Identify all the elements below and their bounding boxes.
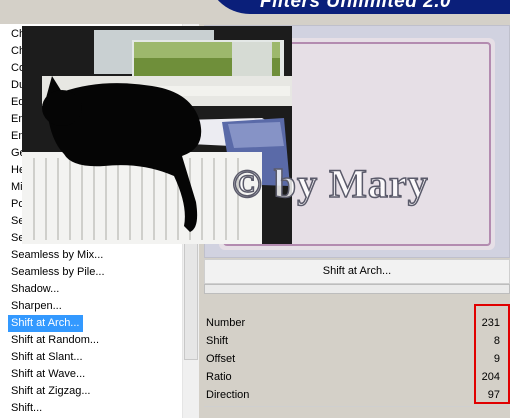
filter-list-item[interactable]: Seamless by Pile... [1, 264, 183, 281]
param-label: Shift [206, 335, 229, 347]
param-label: Offset [206, 353, 236, 365]
highlight-box [474, 304, 510, 404]
title-banner: Filters Unlimited 2.0 [206, 0, 510, 14]
filter-list-item[interactable]: Seamless by Mix... [1, 247, 183, 264]
param-label: Direction [206, 389, 250, 401]
filter-list-item[interactable]: Shift at Zigzag... [1, 383, 183, 400]
param-row-number[interactable]: Number 231 [204, 315, 510, 332]
param-row-shift[interactable]: Shift 8 [204, 333, 510, 350]
filter-list-item[interactable]: Shift... [1, 400, 183, 417]
param-row-ratio[interactable]: Ratio 204 [204, 369, 510, 386]
divider [204, 406, 510, 407]
preview-image [22, 26, 292, 244]
banner-title: Filters Unlimited 2.0 [260, 0, 452, 12]
param-row-offset[interactable]: Offset 9 [204, 351, 510, 368]
watermark-text: © by Mary [231, 160, 429, 207]
filter-list-item[interactable]: Shadow... [1, 281, 183, 298]
param-label: Number [206, 317, 246, 329]
filter-list-item[interactable]: Shift at Slant... [1, 349, 183, 366]
param-row-direction[interactable]: Direction 97 [204, 387, 510, 404]
filter-list-item[interactable]: Shift at Wave... [1, 366, 183, 383]
filter-name-button[interactable]: Shift at Arch... [204, 259, 510, 284]
filter-list-item[interactable]: Shift at Arch... [8, 315, 83, 332]
param-label: Ratio [206, 371, 232, 383]
filter-list-item[interactable]: Shift at Random... [1, 332, 183, 349]
preview-slider[interactable] [204, 284, 510, 294]
filter-list-item[interactable]: Sharpen... [1, 298, 183, 315]
